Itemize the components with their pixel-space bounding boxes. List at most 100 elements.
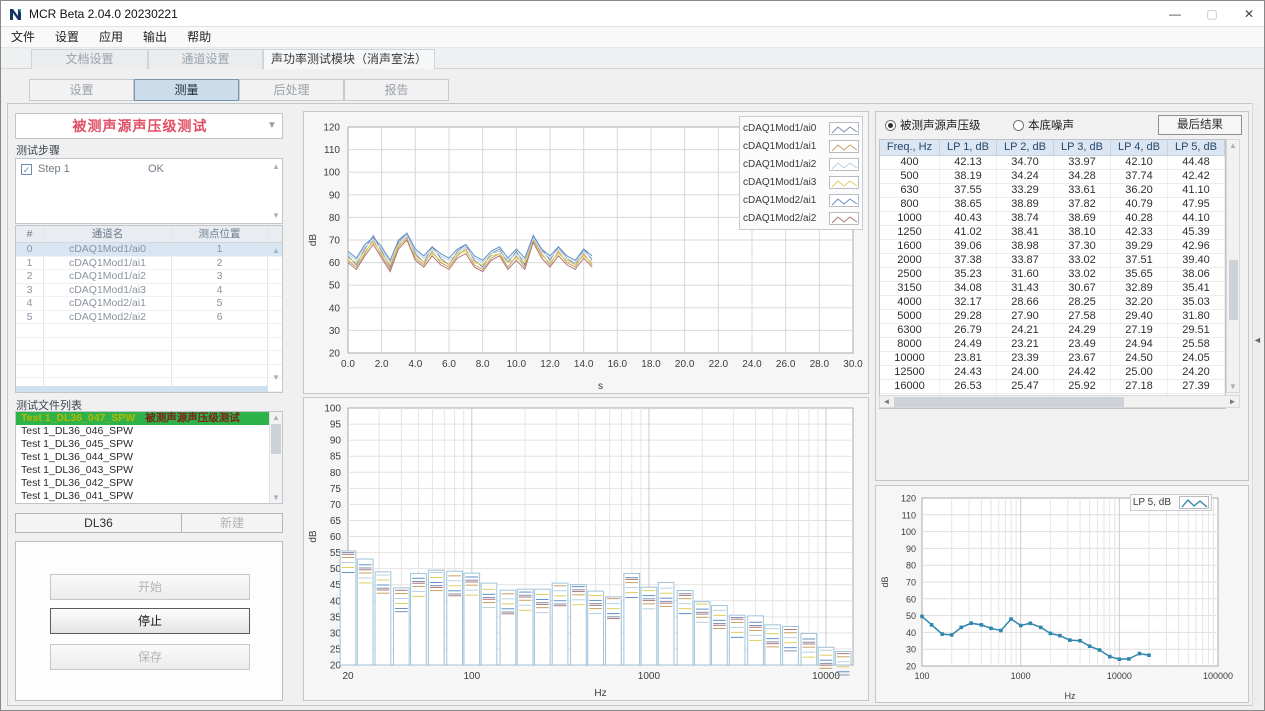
freq-row[interactable]: 100040.4338.7438.6940.2844.10 — [880, 212, 1225, 226]
scroll-down-icon[interactable]: ▼ — [1227, 382, 1239, 391]
freq-row[interactable]: 50038.1934.2434.2837.7442.42 — [880, 170, 1225, 184]
svg-text:6.0: 6.0 — [442, 359, 456, 370]
dl36-button[interactable]: DL36 — [15, 513, 182, 533]
cell: 40.43 — [940, 212, 997, 225]
horizontal-scrollbar[interactable]: ◄ ► — [879, 395, 1240, 408]
cell: 42.42 — [1168, 170, 1225, 183]
freq-row[interactable]: 315034.0831.4330.6732.8935.41 — [880, 282, 1225, 296]
freq-row[interactable]: 200037.3833.8733.0237.5139.40 — [880, 254, 1225, 268]
freq-row[interactable]: 1000023.8123.3923.6724.5024.05 — [880, 352, 1225, 366]
close-button[interactable]: ✕ — [1232, 1, 1265, 27]
freq-row[interactable]: 125041.0238.4138.1042.3345.39 — [880, 226, 1225, 240]
radio-background-noise[interactable]: 本底噪声 — [1013, 117, 1074, 133]
file-item[interactable]: Test 1_DL36_045_SPW — [16, 438, 282, 451]
column-header[interactable]: LP 4, dB — [1111, 140, 1168, 155]
collapse-left-icon[interactable]: ◄ — [1253, 335, 1262, 345]
channel-row[interactable]: 1cDAQ1Mod1/ai12 — [16, 257, 282, 271]
svg-text:Hz: Hz — [1065, 691, 1076, 701]
cell — [44, 324, 172, 337]
test-type-dropdown[interactable]: 被测声源声压级测试 ▼ — [15, 113, 283, 139]
freq-row[interactable]: 63037.5533.2933.6136.2041.10 — [880, 184, 1225, 198]
freq-row[interactable]: 80038.6538.8937.8240.7947.95 — [880, 198, 1225, 212]
cell: 29.28 — [940, 310, 997, 323]
column-header[interactable]: LP 3, dB — [1054, 140, 1111, 155]
time-history-chart: 20304050607080901001101200.02.04.06.08.0… — [303, 111, 869, 394]
chevron-down-icon[interactable]: ▼ — [264, 118, 280, 134]
svg-text:4.0: 4.0 — [408, 359, 422, 370]
scroll-up-icon[interactable]: ▲ — [270, 246, 282, 255]
scroll-down-icon[interactable]: ▼ — [270, 211, 282, 220]
vertical-scrollbar[interactable]: ▲ ▼ — [269, 412, 282, 503]
stop-button[interactable]: 停止 — [50, 608, 250, 634]
vertical-scrollbar[interactable]: ▲ ▼ — [1226, 139, 1240, 393]
main-tab[interactable]: 通道设置 — [148, 49, 263, 69]
svg-text:40: 40 — [906, 628, 916, 638]
new-button[interactable]: 新建 — [181, 513, 283, 533]
channel-row[interactable]: 4cDAQ1Mod2/ai15 — [16, 297, 282, 311]
menu-item[interactable]: 输出 — [133, 27, 177, 48]
channel-row[interactable]: 2cDAQ1Mod1/ai23 — [16, 270, 282, 284]
column-header[interactable]: Freq., Hz — [880, 140, 940, 155]
file-item[interactable]: Test 1_DL36_047_SPW被测声源声压级测试 — [16, 412, 282, 425]
step-row[interactable]: ✓ Step 1 OK — [21, 163, 164, 175]
menu-item[interactable]: 设置 — [45, 27, 89, 48]
start-button[interactable]: 开始 — [50, 574, 250, 600]
sub-tab[interactable]: 报告 — [344, 79, 449, 101]
svg-text:0.0: 0.0 — [341, 359, 355, 370]
file-item[interactable]: Test 1_DL36_042_SPW — [16, 477, 282, 490]
panel-splitter[interactable]: ◄ — [1252, 103, 1260, 706]
cell: 5 — [172, 297, 268, 310]
freq-row[interactable]: 160039.0638.9837.3039.2942.96 — [880, 240, 1225, 254]
svg-text:60: 60 — [329, 258, 341, 269]
cell: 37.30 — [1054, 240, 1111, 253]
channel-row[interactable]: 0cDAQ1Mod1/ai01 — [16, 243, 282, 257]
scroll-down-icon[interactable]: ▼ — [270, 493, 282, 502]
scroll-left-icon[interactable]: ◄ — [880, 396, 893, 407]
file-item[interactable]: Test 1_DL36_046_SPW — [16, 425, 282, 438]
sub-tab[interactable]: 后处理 — [239, 79, 344, 101]
sub-tab[interactable]: 设置 — [29, 79, 134, 101]
column-header[interactable]: LP 2, dB — [997, 140, 1054, 155]
column-header[interactable]: LP 1, dB — [940, 140, 997, 155]
column-header[interactable]: LP 5, dB — [1168, 140, 1225, 155]
scroll-up-icon[interactable]: ▲ — [1227, 141, 1239, 150]
cell: 45.39 — [1168, 226, 1225, 239]
save-button[interactable]: 保存 — [50, 644, 250, 670]
file-item[interactable]: Test 1_DL36_044_SPW — [16, 451, 282, 464]
main-tab[interactable]: 文档设置 — [31, 49, 148, 69]
channel-row[interactable]: 3cDAQ1Mod1/ai34 — [16, 284, 282, 298]
freq-row[interactable]: 40042.1334.7033.9742.1044.48 — [880, 156, 1225, 170]
horizontal-scrollbar[interactable] — [16, 386, 268, 392]
channel-row[interactable]: 5cDAQ1Mod2/ai26 — [16, 311, 282, 325]
freq-row[interactable]: 500029.2827.9027.5829.4031.80 — [880, 310, 1225, 324]
cell: 1000 — [880, 212, 940, 225]
scroll-down-icon[interactable]: ▼ — [270, 373, 282, 382]
file-item[interactable]: Test 1_DL36_043_SPW — [16, 464, 282, 477]
svg-text:110: 110 — [324, 145, 340, 156]
freq-row[interactable]: 1250024.4324.0024.4225.0024.20 — [880, 366, 1225, 380]
freq-row[interactable]: 400032.1728.6628.2532.2035.03 — [880, 296, 1225, 310]
scroll-up-icon[interactable]: ▲ — [270, 162, 282, 171]
sub-tab[interactable]: 测量 — [134, 79, 239, 101]
scroll-up-icon[interactable]: ▲ — [270, 413, 282, 422]
radio-source-level[interactable]: 被测声源声压级 — [885, 117, 981, 133]
freq-row[interactable]: 630026.7924.2124.2927.1929.51 — [880, 324, 1225, 338]
steps-label: 测试步骤 — [16, 142, 60, 158]
main-tab[interactable]: 声功率测试模块（消声室法） — [263, 49, 435, 69]
freq-row[interactable]: 800024.4923.2123.4924.9425.58 — [880, 338, 1225, 352]
freq-row[interactable]: 1600026.5325.4725.9227.1827.39 — [880, 380, 1225, 394]
cell: 25.00 — [1111, 366, 1168, 379]
minimize-button[interactable]: — — [1158, 1, 1192, 27]
menu-item[interactable]: 应用 — [89, 27, 133, 48]
file-item[interactable]: Test 1_DL36_041_SPW — [16, 490, 282, 503]
menu-item[interactable]: 帮助 — [177, 27, 221, 48]
freq-row[interactable]: 250035.2331.6033.0235.6538.06 — [880, 268, 1225, 282]
scroll-right-icon[interactable]: ► — [1226, 396, 1239, 407]
svg-text:10.0: 10.0 — [507, 359, 527, 370]
maximize-button[interactable]: ▢ — [1195, 1, 1229, 27]
step-checkbox[interactable]: ✓ — [21, 164, 32, 175]
final-result-button[interactable]: 最后结果 — [1158, 115, 1242, 135]
legend-item: cDAQ1Mod1/ai1 — [743, 137, 859, 155]
svg-text:24.0: 24.0 — [742, 359, 762, 370]
menu-item[interactable]: 文件 — [1, 27, 45, 48]
